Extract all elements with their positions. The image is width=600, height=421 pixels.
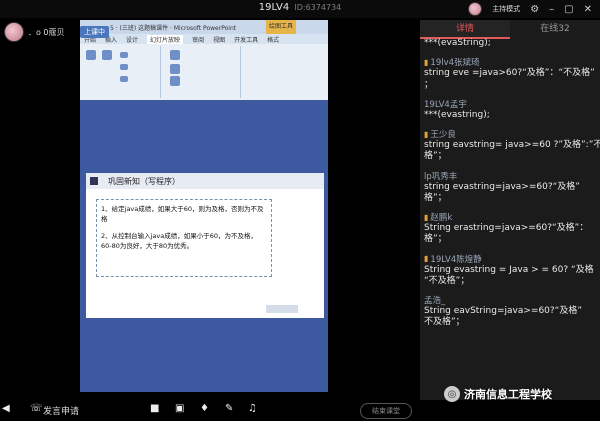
check-icon[interactable] xyxy=(120,52,128,58)
mic-icon[interactable]: ♦ xyxy=(200,403,209,414)
ppt-window-title: 5 · (三班) 这题稿课件 · Microsoft PowerPoint xyxy=(110,25,237,32)
chat-message: ▮ 19lv4张斌琦 string eve =java>60?“及格”：“不及格”… xyxy=(424,56,600,91)
message-user: 孟浩_ xyxy=(424,296,446,306)
username: ．o 0蔻贝 xyxy=(28,27,65,37)
message-text: 不及格”； xyxy=(424,317,465,328)
minimize-icon[interactable]: – xyxy=(549,4,554,15)
record-icon[interactable] xyxy=(86,50,96,60)
maximize-icon[interactable]: ▢ xyxy=(564,4,573,15)
resolution-icon[interactable] xyxy=(170,50,180,60)
tab-online[interactable]: 在线32 xyxy=(510,20,600,39)
user-tag-icon: ▮ xyxy=(424,212,429,222)
message-user: lp巩秀丰 xyxy=(424,171,458,182)
volume-icon[interactable]: ◀ xyxy=(2,403,10,414)
message-text: ； xyxy=(424,79,434,90)
user-tag-icon: ▮ xyxy=(424,129,429,139)
room-name: 19LV4 xyxy=(258,2,290,13)
message-text: String erastring=java>=60?“及格”： xyxy=(424,223,589,233)
ribbon-divider xyxy=(240,46,241,98)
chat-message: ▮ 赵鹏k String erastring=java>=60?“及格”： 格”； xyxy=(424,211,600,246)
ppt-tools-tab[interactable]: 绘图工具 xyxy=(266,20,296,34)
shared-screen: 5 · (三班) 这题稿课件 · Microsoft PowerPoint 绘图… xyxy=(80,20,328,392)
message-text: “不及格”； xyxy=(424,275,470,286)
message-text: string eavstring= java>=60 ?”及格”:”不 xyxy=(424,140,600,150)
message-text: string evastring=java>=60?“及格” xyxy=(424,181,580,192)
check-icon[interactable] xyxy=(120,76,128,82)
chat-message: ***(evaString); xyxy=(424,38,600,49)
monitor-icon[interactable] xyxy=(170,64,180,74)
message-text: String evastring = Java > = 60? “及格 xyxy=(424,264,594,275)
ppt-tab-design[interactable]: 设计 xyxy=(126,35,138,44)
end-class-button[interactable]: 结束课堂 xyxy=(360,403,412,419)
ppt-tab-view[interactable]: 视图 xyxy=(213,35,225,44)
watermark: ◎ 济南信息工程学校 xyxy=(444,386,552,402)
settings-icon[interactable]: ⚙ xyxy=(530,4,539,15)
presenter-info: ．o 0蔻贝 xyxy=(4,22,65,42)
ppt-ribbon xyxy=(80,44,328,100)
ribbon-divider xyxy=(160,46,161,98)
chat-message: lp巩秀丰 string evastring=java>=60?“及格” 格”； xyxy=(424,170,600,205)
wechat-logo-icon: ◎ xyxy=(444,386,460,402)
slide-textbox[interactable]: 1、给定java成绩，如果大于60，则为及格，否则为不及格 2、从控制台输入ja… xyxy=(96,199,272,277)
ppt-tab-developer[interactable]: 开发工具 xyxy=(234,35,258,44)
user-tag-icon: ▮ xyxy=(424,57,429,67)
chat-messages: ***(evaString); ▮ 19lv4张斌琦 string eve =ja… xyxy=(424,38,600,398)
edit-icon[interactable]: ✎ xyxy=(225,403,233,414)
ppt-tab-slideshow[interactable]: 幻灯片放映 xyxy=(147,34,184,44)
presenter-view-icon[interactable] xyxy=(170,76,180,86)
phone-icon[interactable]: ☏ xyxy=(30,403,43,414)
ppt-tab-review[interactable]: 审阅 xyxy=(192,35,204,44)
slide-paragraph: 1、给定java成绩，如果大于60，则为及格，否则为不及格 xyxy=(101,205,264,224)
message-user: ▮ 赵鹏k xyxy=(424,212,453,224)
slide: 巩固新知（写程序） 1、给定java成绩，如果大于60，则为及格，否则为不及格 … xyxy=(86,173,324,318)
top-bar: 19LV4 ID:6374734 主持模式 ⚙ – ▢ ✕ xyxy=(0,0,600,18)
message-text: ***(evaString); xyxy=(424,38,491,48)
chat-panel: 详情 在线32 ***(evaString); ▮ 19lv4张斌琦 string… xyxy=(420,20,600,400)
message-text: string eve =java>60?“及格”：“不及格” xyxy=(424,68,595,79)
chat-message: 孟浩_ String eavString=java>=60?“及格” 不及格”； xyxy=(424,294,600,329)
host-avatar xyxy=(468,2,483,16)
music-icon[interactable]: ♫ xyxy=(248,403,257,414)
watermark-text: 济南信息工程学校 xyxy=(464,388,552,401)
tab-details[interactable]: 详情 xyxy=(420,20,510,39)
message-text: String eavString=java>=60?“及格” xyxy=(424,306,582,316)
slide-logo-icon xyxy=(90,177,98,185)
panel-tabs: 详情 在线32 xyxy=(420,20,600,39)
message-text: 格”； xyxy=(424,192,447,203)
user-tag-icon: ▮ xyxy=(424,254,429,263)
message-text: 格”； xyxy=(424,234,447,245)
bottom-toolbar: ◀ ☏ 发言申请 ■ ▣ ♦ ✎ ♫ xyxy=(0,400,600,421)
slide-paragraph: 2、从控制台输入java成绩，如果小于60，为不及格，60-80为良好，大于80… xyxy=(101,231,258,251)
room-id: ID:6374734 xyxy=(294,3,342,12)
message-user: ▮ 19lv4张斌琦 xyxy=(424,57,480,69)
apply-speak-button[interactable]: 发言申请 xyxy=(43,404,79,417)
chat-message: ▮ 王少良 string eavstring= java>=60 ?”及格”:”不… xyxy=(424,128,600,163)
message-user: ▮ 王少良 xyxy=(424,129,456,141)
rehearse-icon[interactable] xyxy=(102,50,112,60)
camera-icon[interactable]: ■ xyxy=(150,403,159,414)
message-text: 格”； xyxy=(424,151,447,162)
slide-nav-button[interactable] xyxy=(266,305,298,313)
close-icon[interactable]: ✕ xyxy=(584,4,592,15)
camera-status: 上课中 xyxy=(80,26,109,38)
ppt-tab-format[interactable]: 格式 xyxy=(267,35,279,44)
user-avatar xyxy=(4,22,24,42)
screen-share-icon[interactable]: ▣ xyxy=(175,403,184,414)
message-text: ***(evastring); xyxy=(424,109,490,120)
chat-message: 19LV4孟宇 ***(evastring); xyxy=(424,98,600,121)
check-icon[interactable] xyxy=(120,64,128,70)
message-user: 19LV4孟宇 xyxy=(424,99,467,110)
slide-title: 巩固新知（写程序） xyxy=(108,177,180,186)
ppt-ribbon-tabs: 开始 插入 设计 幻灯片放映 审阅 视图 开发工具 格式 xyxy=(80,34,328,44)
chat-message: ▮ 19LV4陈煌静 String evastring = Java > = 60… xyxy=(424,253,600,288)
slide-header: 巩固新知（写程序） xyxy=(86,173,324,189)
message-user: ▮ 19LV4陈煌静 xyxy=(424,254,482,265)
mode-label[interactable]: 主持模式 xyxy=(492,4,520,14)
